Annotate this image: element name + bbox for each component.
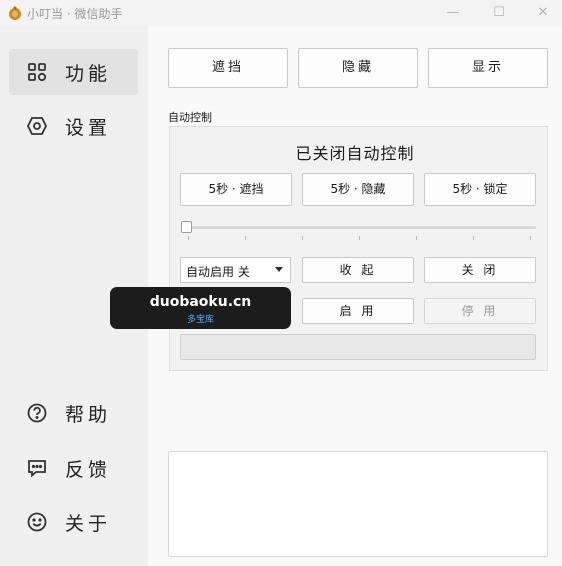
- delay-slider-thumb[interactable]: [181, 221, 192, 233]
- feedback-icon: [28, 460, 46, 478]
- auto-start-select[interactable]: 自动启用 关: [180, 257, 291, 283]
- block-button[interactable]: 遮挡: [168, 48, 288, 88]
- grid-icon: [28, 63, 47, 82]
- sidebar-item-label: 反馈: [65, 459, 112, 481]
- close-button[interactable]: 关 闭: [424, 257, 536, 283]
- progress-bar: [180, 334, 536, 360]
- sidebar-item-label: 帮助: [65, 404, 112, 426]
- help-icon: [27, 403, 47, 423]
- sidebar-item-help[interactable]: 帮助: [9, 390, 138, 436]
- timer-hide-button[interactable]: 5秒 · 隐藏: [302, 173, 414, 206]
- slider-tick: [416, 236, 417, 240]
- delay-slider-track[interactable]: [184, 226, 536, 229]
- watermark-text: duobaoku.cn: [149, 294, 252, 310]
- sidebar-item-settings[interactable]: 设置: [9, 103, 138, 149]
- bell-app-icon: [9, 6, 21, 20]
- watermark-subtext: 多宝库: [186, 315, 214, 325]
- timer-lock-button[interactable]: 5秒 · 锁定: [424, 173, 536, 206]
- slider-tick: [302, 236, 303, 240]
- show-button[interactable]: 显示: [428, 48, 548, 88]
- hide-button[interactable]: 隐藏: [298, 48, 418, 88]
- log-textarea[interactable]: [168, 451, 548, 557]
- sidebar-item-feedback[interactable]: 反馈: [9, 445, 138, 491]
- window-title: 小叮当 · 微信助手: [27, 7, 123, 21]
- sidebar-item-label: 关于: [65, 513, 112, 535]
- auto-control-group-label: 自动控制: [168, 111, 212, 124]
- disable-button[interactable]: 停 用: [424, 298, 536, 324]
- slider-tick: [530, 236, 531, 240]
- slider-tick: [188, 236, 189, 240]
- slider-tick: [359, 236, 360, 240]
- maximize-button[interactable]: ☐: [484, 2, 514, 24]
- title-bar: 小叮当 · 微信助手 — ☐ ✕: [0, 0, 562, 26]
- minimize-button[interactable]: —: [438, 2, 468, 24]
- watermark-badge: duobaoku.cn 多宝库: [110, 287, 291, 329]
- smiley-icon: [27, 512, 47, 532]
- chevron-down-icon: [275, 267, 283, 272]
- collapse-button[interactable]: 收 起: [302, 257, 414, 283]
- sidebar-item-features[interactable]: 功能: [9, 49, 138, 95]
- enable-button[interactable]: 启 用: [302, 298, 414, 324]
- sidebar-item-label: 功能: [65, 63, 112, 85]
- auto-start-value: 自动启用 关: [186, 265, 250, 279]
- gear-icon: [26, 117, 48, 135]
- sidebar-item-about[interactable]: 关于: [9, 499, 138, 545]
- sidebar-item-label: 设置: [65, 117, 112, 139]
- timer-block-button[interactable]: 5秒 · 遮挡: [180, 173, 292, 206]
- close-window-button[interactable]: ✕: [528, 2, 558, 24]
- slider-tick: [245, 236, 246, 240]
- slider-tick: [473, 236, 474, 240]
- auto-control-status: 已关闭自动控制: [295, 144, 415, 163]
